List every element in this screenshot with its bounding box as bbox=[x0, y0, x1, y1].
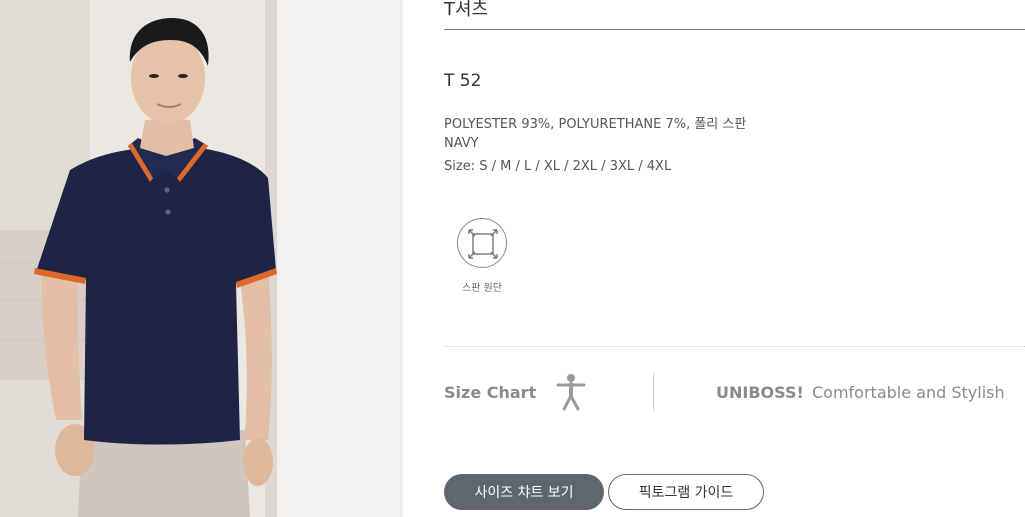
product-detail-page: T셔츠 T 52 POLYESTER 93%, POLYURETHANE 7%,… bbox=[0, 0, 1025, 517]
product-color: NAVY bbox=[444, 136, 479, 151]
size-chart-label[interactable]: Size Chart bbox=[444, 383, 536, 402]
feature-stretch-fabric: 스판 원단 bbox=[454, 218, 510, 294]
divider bbox=[444, 29, 1025, 30]
feature-label: 스판 원단 bbox=[462, 283, 502, 294]
brand-slogan: Comfortable and Stylish bbox=[812, 383, 1005, 402]
divider bbox=[444, 346, 1025, 347]
stretch-fabric-icon bbox=[457, 218, 507, 268]
product-sizes: Size: S / M / L / XL / 2XL / 3XL / 4XL bbox=[444, 159, 672, 174]
size-chart-view-button[interactable]: 사이즈 챠트 보기 bbox=[444, 474, 604, 510]
person-icon[interactable] bbox=[556, 373, 586, 415]
brand-name: UNIBOSS! bbox=[716, 383, 804, 402]
product-category: T셔츠 bbox=[444, 0, 489, 20]
product-model: T 52 bbox=[444, 71, 482, 91]
product-material: POLYESTER 93%, POLYURETHANE 7%, 폴리 스판 bbox=[444, 117, 747, 132]
product-photo bbox=[0, 0, 403, 517]
pictogram-guide-button[interactable]: 픽토그램 가이드 bbox=[608, 474, 764, 510]
product-info: T셔츠 T 52 POLYESTER 93%, POLYURETHANE 7%,… bbox=[444, 0, 1025, 517]
vertical-divider bbox=[653, 373, 654, 411]
